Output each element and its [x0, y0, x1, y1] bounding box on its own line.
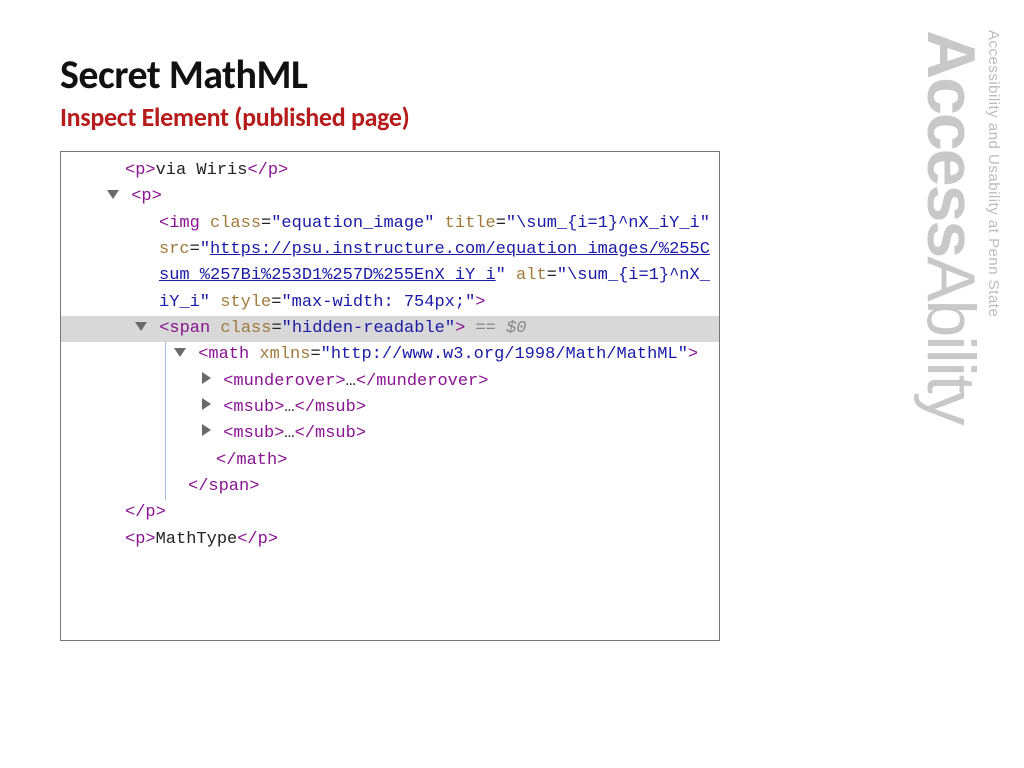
ellipsis: …	[284, 424, 294, 443]
code-line[interactable]: <msub>…</msub>	[174, 395, 715, 421]
inspector-panel: <p>via Wiris</p> <p> <img class="equatio…	[60, 151, 720, 641]
tag-end: >	[475, 293, 485, 312]
attr-title: title	[434, 214, 495, 233]
text-node: MathType	[156, 530, 238, 549]
page-subtitle: Inspect Element (published page)	[60, 101, 964, 133]
nest-guide: <math xmlns="http://www.w3.org/1998/Math…	[165, 342, 715, 500]
disclosure-right-icon[interactable]	[202, 424, 211, 436]
selection-marker: == $0	[465, 319, 526, 338]
code-line: <p>via Wiris</p>	[65, 158, 715, 184]
tag-end: >	[455, 319, 465, 338]
brand-logo: AccessAbility	[917, 30, 985, 424]
disclosure-down-icon[interactable]	[174, 348, 186, 357]
disclosure-right-icon[interactable]	[202, 372, 211, 384]
code-line: </span>	[174, 474, 715, 500]
text-node: via Wiris	[156, 161, 248, 180]
attr-style: style	[210, 293, 271, 312]
disclosure-right-icon[interactable]	[202, 398, 211, 410]
tag-p-open: <p>	[125, 530, 156, 549]
tag-msub-close: </msub>	[295, 424, 366, 443]
str-xmlns: "http://www.w3.org/1998/Math/MathML"	[321, 345, 688, 364]
tag-math-open: <math	[198, 345, 249, 364]
code-line: </math>	[174, 448, 715, 474]
tag-img: <img	[159, 214, 200, 233]
code-line-img: <img class="equation_image" title="\sum_…	[65, 211, 715, 316]
tag-p-close: </p>	[237, 530, 278, 549]
str-style: "max-width: 754px;"	[281, 293, 475, 312]
code-line[interactable]: <munderover>…</munderover>	[174, 369, 715, 395]
tag-munderover-close: </munderover>	[356, 372, 489, 391]
tag-msub-close: </msub>	[295, 398, 366, 417]
tag-p-close: </p>	[247, 161, 288, 180]
tag-msub-open: <msub>	[223, 398, 284, 417]
page-title: Secret MathML	[60, 50, 964, 99]
tag-munderover-open: <munderover>	[223, 372, 345, 391]
code-line[interactable]: <p>	[65, 184, 715, 210]
disclosure-down-icon[interactable]	[135, 322, 147, 331]
tag-p-open: <p>	[125, 161, 156, 180]
str-class: "equation_image"	[271, 214, 434, 233]
brand-word-1: Access	[913, 30, 989, 256]
tag-msub-open: <msub>	[223, 424, 284, 443]
code-line: <p>MathType</p>	[65, 527, 715, 553]
tag-span-close: </span>	[188, 477, 259, 496]
code-line[interactable]: <msub>…</msub>	[174, 421, 715, 447]
attr-xmlns: xmlns	[249, 345, 310, 364]
tag-p-open: <p>	[131, 187, 162, 206]
attr-class: class	[200, 214, 261, 233]
code-line: </p>	[65, 500, 715, 526]
code-line[interactable]: <math xmlns="http://www.w3.org/1998/Math…	[174, 342, 715, 368]
code-line-selected[interactable]: <span class="hidden-readable"> == $0	[61, 316, 719, 342]
tag-end: >	[688, 345, 698, 364]
str-title: "\sum_{i=1}^nX_iY_i"	[506, 214, 710, 233]
str-class: "hidden-readable"	[282, 319, 455, 338]
ellipsis: …	[284, 398, 294, 417]
attr-class: class	[210, 319, 271, 338]
brand-sidebar: Accessibility and Usability at Penn Stat…	[917, 30, 1014, 424]
attr-alt: alt	[506, 266, 547, 285]
tag-math-close: </math>	[216, 451, 287, 470]
attr-src: src	[159, 240, 190, 259]
tag-p-close: </p>	[125, 503, 166, 522]
tag-span-open: <span	[159, 319, 210, 338]
disclosure-down-icon[interactable]	[107, 190, 119, 199]
ellipsis: …	[346, 372, 356, 391]
brand-word-2: Ability	[913, 256, 989, 423]
